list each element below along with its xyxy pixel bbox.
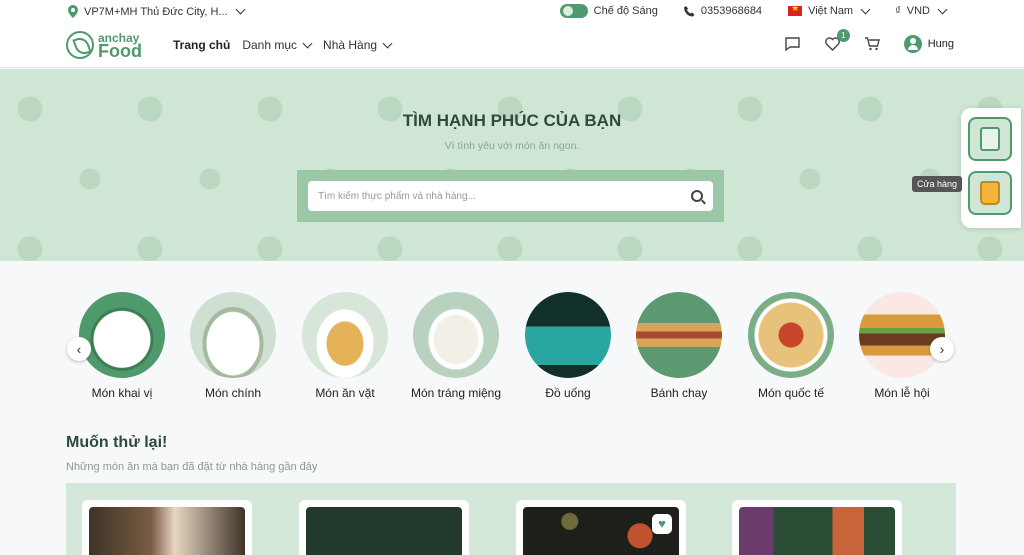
search-icon[interactable]	[691, 190, 703, 202]
main-nav: Trang chủ Danh mục Nhà Hàng	[173, 38, 393, 52]
nav-restaurants-label: Nhà Hàng	[323, 38, 378, 52]
chevron-down-icon	[235, 4, 246, 15]
category-image	[636, 292, 722, 378]
store-tooltip: Cửa hàng	[912, 176, 963, 192]
floating-side-panel	[961, 108, 1021, 228]
restaurant-card-image	[739, 507, 895, 555]
wishlist-count-badge: 1	[836, 29, 850, 42]
hero-title: TÌM HẠNH PHÚC CỦA BẠN	[402, 111, 622, 130]
nav-home[interactable]: Trang chủ	[173, 38, 230, 52]
nav-restaurants[interactable]: Nhà Hàng	[323, 38, 393, 52]
chevron-down-icon	[937, 4, 948, 14]
store-button[interactable]	[968, 117, 1012, 161]
category-item[interactable]: Món tráng miệng	[400, 292, 512, 400]
map-pin-icon	[68, 5, 78, 18]
category-image	[190, 292, 276, 378]
phone-icon	[683, 5, 695, 16]
main-header: anchay Food Trang chủ Danh mục Nhà Hàng …	[0, 24, 1024, 68]
user-menu[interactable]: Hung	[903, 35, 954, 53]
cart-icon[interactable]	[864, 35, 882, 53]
logo[interactable]: anchay Food	[66, 31, 142, 61]
user-name: Hung	[927, 38, 954, 50]
search-wrapper	[297, 170, 724, 222]
heart-icon[interactable]: 1	[824, 29, 850, 53]
favorite-heart-icon[interactable]: ♥	[652, 514, 672, 534]
hero-banner: TÌM HẠNH PHÚC CỦA BẠN Vì tình yêu với mó…	[0, 69, 1024, 261]
category-item[interactable]: Món chính	[177, 292, 289, 400]
vietnam-flag-icon	[788, 3, 803, 16]
theme-toggle[interactable]: Chế độ Sáng	[559, 4, 658, 18]
section-subtitle: Những món ăn mà bạn đã đặt từ nhà hàng g…	[66, 461, 318, 473]
restaurant-card-image	[89, 507, 245, 555]
category-label: Món tráng miệng	[410, 386, 502, 400]
category-image	[413, 292, 499, 378]
logo-text-big: Food	[98, 41, 142, 61]
store-icon	[980, 127, 1000, 151]
category-label: Món chính	[204, 386, 262, 400]
category-label: Món quốc tế	[757, 386, 825, 400]
chevron-down-icon	[302, 38, 313, 48]
restaurant-card[interactable]	[732, 500, 902, 555]
category-label: Bánh chay	[650, 386, 708, 400]
category-item[interactable]: Bánh chay	[623, 292, 735, 400]
restaurant-card[interactable]	[82, 500, 252, 555]
category-carousel: Món khai vị Món chính Món ăn vặt Món trá…	[66, 292, 958, 404]
category-item[interactable]: Món ăn vặt	[289, 292, 401, 400]
currency-label: VND	[906, 5, 930, 17]
location-selector[interactable]: VP7M+MH Thủ Đức City, H...	[68, 4, 246, 18]
chevron-down-icon	[860, 4, 871, 14]
category-image	[79, 292, 165, 378]
nav-categories[interactable]: Danh mục	[242, 38, 313, 52]
leaf-logo-icon	[66, 31, 94, 59]
category-image	[748, 292, 834, 378]
category-item[interactable]: Đồ uống	[512, 292, 624, 400]
currency-selector[interactable]: ₫ VND	[895, 4, 948, 17]
location-text: VP7M+MH Thủ Đức City, H...	[84, 5, 228, 18]
category-image	[302, 292, 388, 378]
category-label: Đồ uống	[545, 386, 591, 400]
category-label: Món ăn vặt	[315, 386, 375, 400]
carousel-next-button[interactable]: ›	[930, 337, 954, 361]
category-label: Món khai vị	[91, 386, 153, 400]
chat-icon[interactable]	[784, 35, 802, 53]
restaurant-card-image	[306, 507, 462, 555]
chevron-down-icon	[382, 38, 393, 48]
toggle-switch[interactable]	[559, 4, 588, 18]
nav-categories-label: Danh mục	[242, 38, 298, 52]
search-input[interactable]	[318, 190, 691, 202]
shopping-bag-icon	[980, 181, 1000, 205]
restaurant-card[interactable]: ♥	[516, 500, 686, 555]
theme-label: Chế độ Sáng	[593, 5, 658, 17]
restaurant-card[interactable]	[299, 500, 469, 555]
category-image	[859, 292, 945, 378]
currency-symbol: ₫	[895, 5, 901, 17]
top-bar: VP7M+MH Thủ Đức City, H... Chế độ Sáng 0…	[0, 0, 1024, 24]
phone-number: 0353968684	[700, 5, 763, 17]
nav-home-label: Trang chủ	[173, 38, 231, 52]
category-item[interactable]: Món quốc tế	[735, 292, 847, 400]
carousel-prev-button[interactable]: ‹	[67, 337, 91, 361]
category-image	[525, 292, 611, 378]
section-title: Muốn thử lại!	[66, 434, 168, 451]
phone-contact[interactable]: 0353968684	[683, 5, 763, 17]
language-label: Việt Nam	[808, 5, 854, 17]
hero-subtitle: Vì tình yêu với món ăn ngon.	[444, 140, 580, 152]
shopping-bag-button[interactable]	[968, 171, 1012, 215]
search-box	[308, 181, 713, 211]
avatar	[903, 35, 922, 53]
language-selector[interactable]: Việt Nam	[788, 3, 871, 17]
category-label: Món lễ hội	[874, 386, 930, 400]
